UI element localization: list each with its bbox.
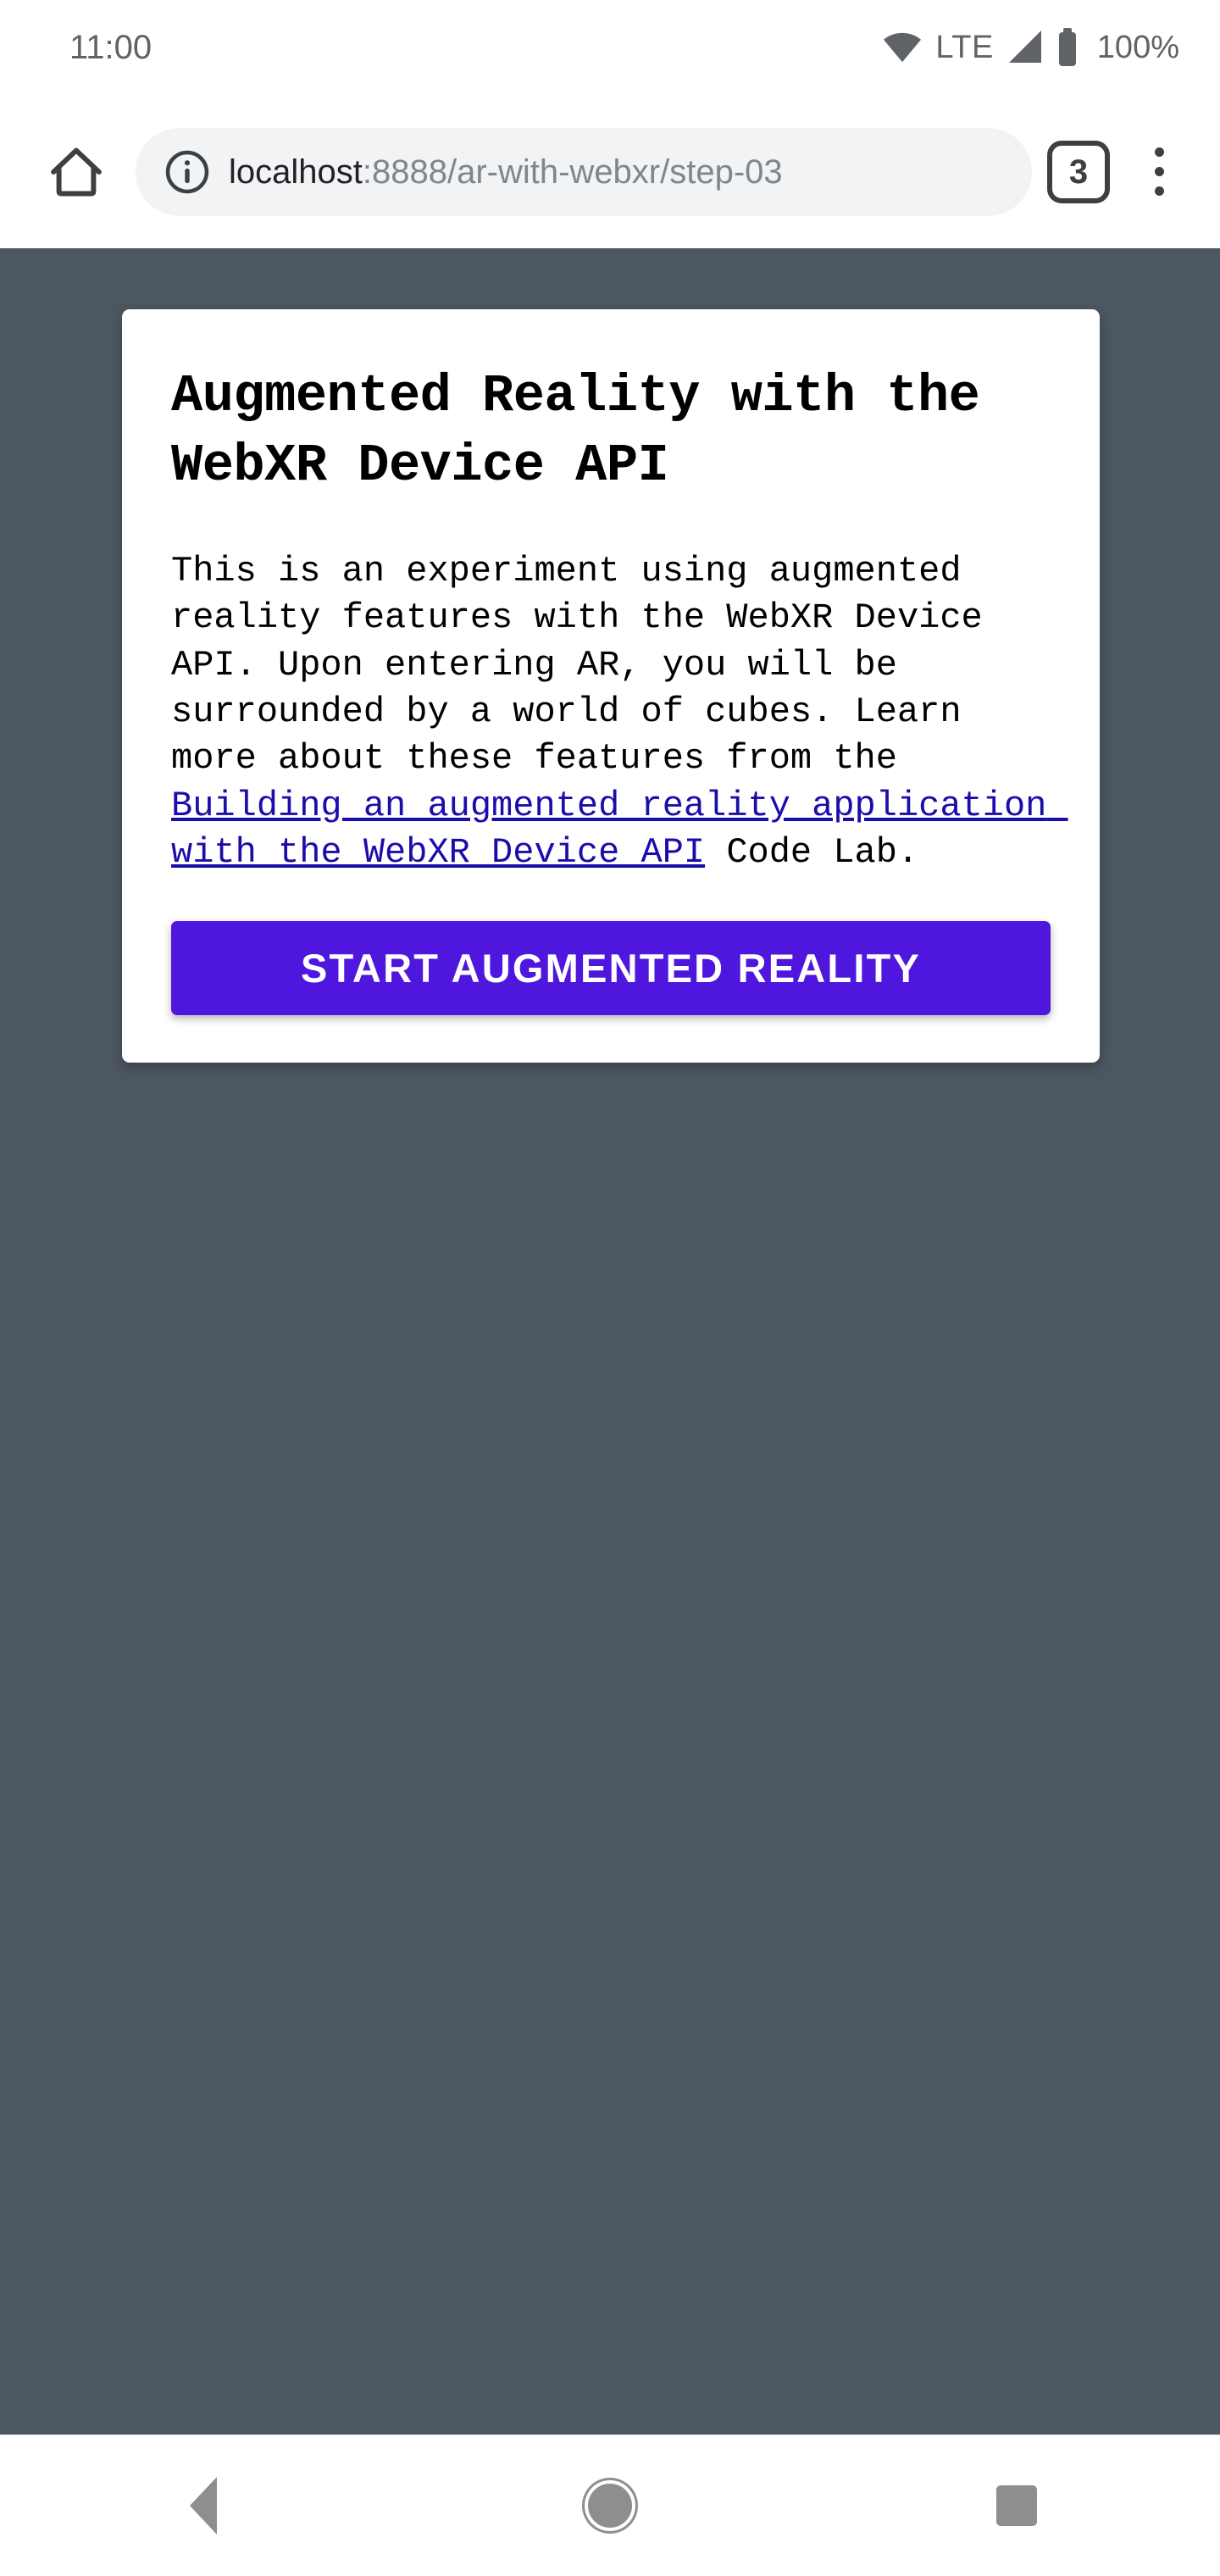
nav-home-button[interactable] [534, 2435, 686, 2576]
signal-icon [1007, 31, 1043, 64]
battery-percent-label: 100% [1096, 29, 1179, 65]
android-phone-screen: 11:00 LTE 100% localhost:8888/ar-with-we… [0, 0, 1220, 2576]
menu-dot [1154, 167, 1164, 176]
url-path: :8888/ar-with-webxr/step-03 [362, 153, 783, 191]
tab-switcher-button[interactable]: 3 [1047, 140, 1110, 203]
status-bar-indicators: LTE 100% [883, 28, 1179, 67]
status-bar: 11:00 LTE 100% [0, 0, 1220, 95]
home-button[interactable] [36, 131, 117, 213]
browser-toolbar: localhost:8888/ar-with-webxr/step-03 3 [0, 95, 1220, 248]
overflow-menu-icon[interactable] [1128, 131, 1190, 213]
android-navigation-bar [0, 2434, 1220, 2576]
network-type-label: LTE [935, 29, 994, 65]
home-circle-icon [588, 2484, 632, 2528]
wifi-icon [883, 32, 922, 63]
home-icon [47, 143, 105, 201]
nav-recents-button[interactable] [940, 2435, 1093, 2576]
recents-square-icon [996, 2485, 1037, 2526]
codelab-link[interactable]: Building an augmented reality applicatio… [171, 786, 1068, 873]
url-text: localhost:8888/ar-with-webxr/step-03 [229, 153, 783, 191]
status-bar-clock: 11:00 [69, 29, 152, 66]
url-bar[interactable]: localhost:8888/ar-with-webxr/step-03 [136, 127, 1032, 216]
web-page-viewport: Augmented Reality with the WebXR Device … [0, 248, 1220, 2434]
site-info-icon[interactable] [164, 149, 210, 195]
battery-icon [1056, 28, 1079, 67]
menu-dot [1154, 147, 1164, 157]
back-triangle-icon [190, 2477, 217, 2534]
url-host: localhost [229, 153, 363, 191]
description-text-part-2: Code Lab. [705, 832, 919, 874]
page-title: Augmented Reality with the WebXR Device … [171, 366, 980, 496]
page-description: This is an experiment using augmented re… [171, 548, 1051, 877]
tab-count-label: 3 [1068, 153, 1089, 191]
start-augmented-reality-button[interactable]: START AUGMENTED REALITY [171, 920, 1051, 1016]
nav-back-button[interactable] [127, 2435, 280, 2576]
menu-dot [1154, 186, 1164, 196]
info-card: Augmented Reality with the WebXR Device … [122, 309, 1100, 1063]
description-text-part-1: This is an experiment using augmented re… [171, 550, 1004, 780]
